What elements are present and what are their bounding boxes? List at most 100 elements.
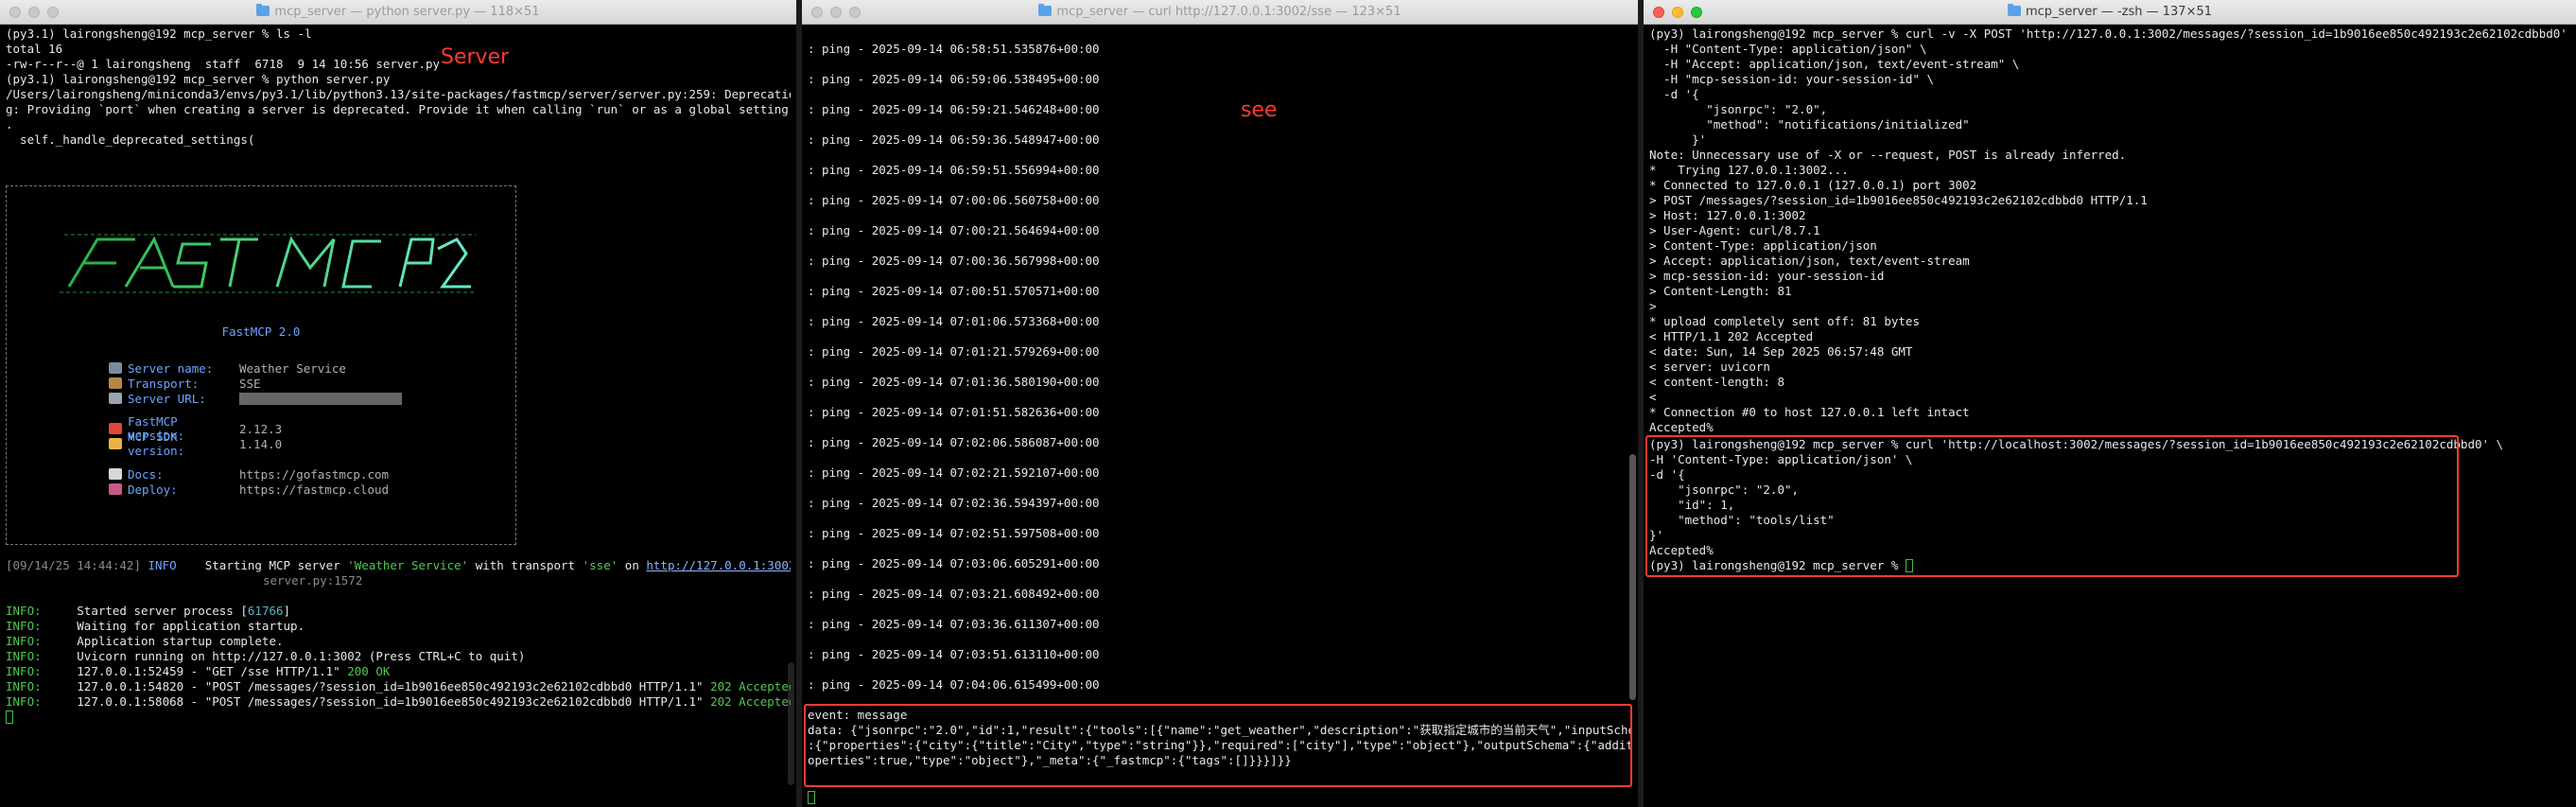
- terminal-line: (py3.1) lairongsheng@192 mcp_server % py…: [6, 72, 391, 86]
- folder-icon: [1038, 4, 1053, 16]
- prompt-line[interactable]: [808, 787, 815, 805]
- terminal-line: (py3.1) lairongsheng@192 mcp_server % ls…: [6, 26, 312, 41]
- log-level: INFO:: [6, 649, 42, 663]
- ping-line: : ping - 2025-09-14 07:01:21.579269+00:0…: [808, 344, 1100, 359]
- http-status: 202 Accepted: [710, 679, 791, 693]
- terminal-line: > POST /messages/?session_id=1b9016ee850…: [1649, 193, 2148, 207]
- cursor: [808, 791, 815, 804]
- uvicorn-log-line: INFO: 127.0.0.1:54820 - "POST /messages/…: [6, 679, 791, 694]
- log-level: INFO:: [6, 664, 42, 678]
- terminal-line: > Accept: application/json, text/event-s…: [1649, 254, 1970, 268]
- terminal-line: "method": "notifications/initialized": [1649, 117, 1970, 132]
- log-level: INFO: [148, 558, 177, 572]
- ping-line: : ping - 2025-09-14 06:59:36.548947+00:0…: [808, 132, 1100, 147]
- log-text: on: [618, 558, 647, 572]
- sse-terminal-window[interactable]: mcp_server — curl http://127.0.0.1:3002/…: [802, 0, 1638, 807]
- terminal-line: /Users/lairongsheng/miniconda3/envs/py3.…: [6, 87, 791, 101]
- ping-line: : ping - 2025-09-14 07:01:06.573368+00:0…: [808, 314, 1100, 328]
- terminal-output[interactable]: (py3) lairongsheng@192 mcp_server % curl…: [1644, 25, 2576, 807]
- folder-icon: [256, 4, 270, 16]
- terminal-line: .: [6, 117, 13, 132]
- ping-line: : ping - 2025-09-14 07:02:21.592107+00:0…: [808, 465, 1100, 480]
- fastmcp-product-label: FastMCP 2.0: [221, 325, 301, 339]
- titlebar[interactable]: mcp_server — -zsh — 137×51: [1644, 0, 2576, 25]
- ping-line: : ping - 2025-09-14 07:00:51.570571+00:0…: [808, 284, 1100, 298]
- log-text: 127.0.0.1:54820 - "POST /messages/?sessi…: [41, 679, 711, 693]
- startup-log-line: [09/14/25 14:44:42] INFO Starting MCP se…: [6, 558, 791, 573]
- event-line: event: message: [808, 708, 908, 722]
- log-level: INFO:: [6, 604, 42, 618]
- log-text: with transport: [468, 558, 583, 572]
- package-icon: [109, 377, 122, 389]
- terminal-line: * Connection #0 to host 127.0.0.1 left i…: [1649, 405, 1970, 419]
- rocket-icon: [109, 483, 122, 495]
- ping-line: : ping - 2025-09-14 07:00:06.560758+00:0…: [808, 193, 1100, 207]
- terminal-output[interactable]: : ping - 2025-09-14 06:58:51.535876+00:0…: [802, 25, 1638, 807]
- terminal-line: -H "Accept: application/json, text/event…: [1649, 57, 2020, 71]
- log-transport: 'sse': [582, 558, 618, 572]
- log-text: Waiting for application startup.: [41, 619, 305, 633]
- server-info-row: Transport: SSE: [109, 376, 402, 391]
- info-label: Server name:: [128, 360, 214, 376]
- terminal-line: -d '{: [1649, 87, 1699, 101]
- log-text: Starting MCP server: [176, 558, 348, 572]
- computer-icon: [109, 362, 122, 374]
- info-value: 2.12.3: [239, 421, 283, 436]
- terminal-line: -rw-r--r--@ 1 lairongsheng staff 6718 9 …: [6, 57, 441, 71]
- client-terminal-window[interactable]: mcp_server — -zsh — 137×51 (py3) lairong…: [1644, 0, 2576, 807]
- terminal-line: "jsonrpc": "2.0",: [1649, 102, 1828, 116]
- log-text: Started server process [: [41, 604, 248, 618]
- ping-line: : ping - 2025-09-14 07:02:06.586087+00:0…: [808, 435, 1100, 449]
- redacted-server-url: [239, 392, 402, 405]
- terminal-line: < HTTP/1.1 202 Accepted: [1649, 329, 1814, 343]
- window-title: mcp_server — -zsh — 137×51: [1644, 4, 2576, 19]
- fastmcp-logo: [60, 230, 476, 296]
- terminal-line: > mcp-session-id: your-session-id: [1649, 269, 1885, 283]
- cursor: [6, 711, 13, 724]
- terminal-line: > User-Agent: curl/8.7.1: [1649, 223, 1820, 237]
- terminal-line: < date: Sun, 14 Sep 2025 06:57:48 GMT: [1649, 344, 1913, 359]
- terminal-line: > Content-Type: application/json: [1649, 238, 1877, 253]
- terminal-line: total 16: [6, 42, 63, 56]
- log-text: Application startup complete.: [41, 634, 284, 648]
- terminal-line: self._handle_deprecated_settings(: [6, 132, 255, 147]
- titlebar[interactable]: mcp_server — python server.py — 118×51: [0, 0, 796, 25]
- log-source-line: server.py:1572: [6, 573, 791, 588]
- server-terminal-window[interactable]: mcp_server — python server.py — 118×51 (…: [0, 0, 796, 807]
- info-value: SSE: [239, 376, 261, 391]
- sse-url-link[interactable]: http://127.0.0.1:3002/sse: [646, 558, 791, 572]
- server-info-row: Server URL:: [109, 391, 402, 406]
- log-text: 127.0.0.1:58068 - "POST /messages/?sessi…: [41, 694, 711, 709]
- scrollbar[interactable]: [1629, 454, 1636, 700]
- server-info-row: MCP SDK version: 1.14.0: [109, 430, 402, 458]
- window-title-text: mcp_server — -zsh — 137×51: [2025, 5, 2213, 19]
- racecar-icon: [109, 423, 122, 434]
- uvicorn-log-line: INFO: Waiting for application startup.: [6, 619, 791, 634]
- log-level: INFO:: [6, 679, 42, 693]
- fastmcp-banner: FastMCP 2.0 Server name: Weather Service T…: [6, 185, 516, 545]
- terminal-line: > Host: 127.0.0.1:3002: [1649, 208, 1806, 222]
- uvicorn-log-line: INFO: Uvicorn running on http://127.0.0.…: [6, 649, 791, 664]
- ping-line: : ping - 2025-09-14 07:01:51.582636+00:0…: [808, 405, 1100, 419]
- http-status: 200 OK: [347, 664, 391, 678]
- ping-line: : ping - 2025-09-14 07:00:36.567998+00:0…: [808, 254, 1100, 268]
- terminal-line: -H "mcp-session-id: your-session-id" \: [1649, 72, 1935, 86]
- info-value: Weather Service: [239, 360, 346, 376]
- annotation-label: see: [1241, 98, 1278, 122]
- scrollbar[interactable]: [788, 662, 794, 785]
- server-info-row: Docs: https://gofastmcp.com: [109, 466, 402, 482]
- ping-line: : ping - 2025-09-14 07:03:51.613110+00:0…: [808, 647, 1100, 661]
- prompt-line: [6, 710, 791, 725]
- titlebar[interactable]: mcp_server — curl http://127.0.0.1:3002/…: [802, 0, 1638, 25]
